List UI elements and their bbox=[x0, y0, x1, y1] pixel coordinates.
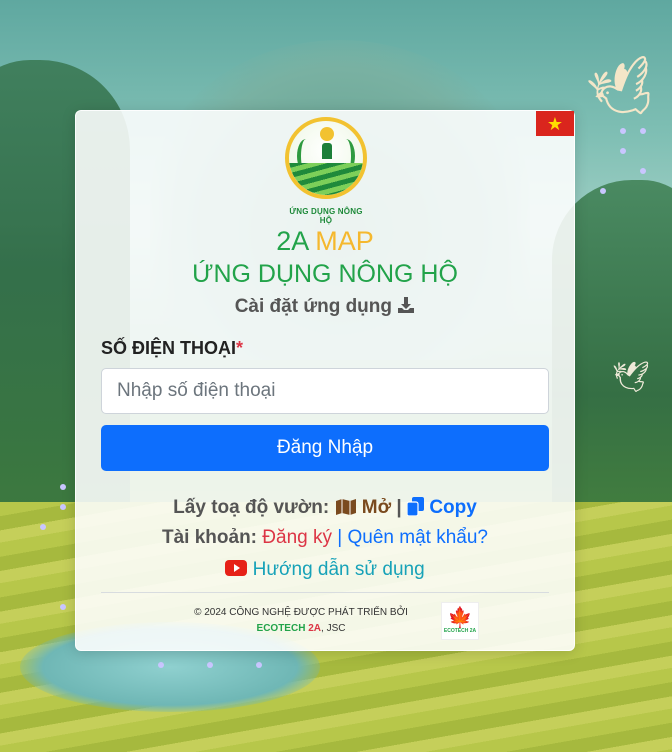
separator: | bbox=[337, 527, 343, 548]
decor-dot bbox=[256, 662, 262, 668]
decor-dot bbox=[40, 524, 46, 530]
company-eco: ECOTECH bbox=[256, 623, 306, 634]
phone-label: SỐ ĐIỆN THOẠI* bbox=[101, 338, 243, 359]
copy-coords-link[interactable]: Copy bbox=[407, 497, 477, 518]
phone-input[interactable] bbox=[101, 368, 549, 414]
register-link[interactable]: Đăng ký bbox=[262, 527, 332, 548]
vietnam-flag-icon[interactable]: ★ bbox=[536, 111, 574, 136]
decor-dot bbox=[600, 188, 606, 194]
app-title-part2: MAP bbox=[315, 226, 374, 256]
user-guide-link[interactable]: Hướng dẫn sử dụng bbox=[76, 557, 574, 583]
crane-icon: 🕊 bbox=[611, 361, 650, 394]
decor-dot bbox=[60, 484, 66, 490]
app-subtitle: ỨNG DỤNG NÔNG HỘ bbox=[192, 260, 458, 288]
logo-caption: ỨNG DỤNG NÔNG HỘ bbox=[289, 207, 363, 225]
company-name: ECOTECH 2A, JSC bbox=[166, 621, 436, 637]
decor-dot bbox=[158, 662, 164, 668]
youtube-icon bbox=[225, 560, 248, 576]
copy-label: Copy bbox=[429, 497, 477, 518]
decor-dot bbox=[640, 168, 646, 174]
logo-emblem bbox=[285, 117, 367, 199]
sun-icon bbox=[320, 127, 334, 141]
install-label: Cài đặt ứng dụng bbox=[234, 296, 393, 317]
copy-icon bbox=[407, 497, 425, 516]
login-card: ★ ỨNG DỤNG NÔNG HỘ 2A MAP ỨNG DỤNG NÔNG … bbox=[75, 110, 575, 651]
footer-text: © 2024 CÔNG NGHỆ ĐƯỢC PHÁT TRIỂN BỞI ECO… bbox=[166, 605, 436, 637]
field-rows-icon bbox=[289, 163, 363, 195]
phone-label-text: SỐ ĐIỆN THOẠI bbox=[101, 338, 237, 358]
footer-divider bbox=[101, 592, 549, 593]
separator: | bbox=[396, 497, 402, 518]
user-guide-label: Hướng dẫn sử dụng bbox=[252, 559, 425, 580]
app-title-part1: 2A bbox=[276, 226, 308, 256]
required-mark: * bbox=[236, 338, 244, 358]
account-label: Tài khoản: bbox=[162, 527, 258, 548]
crane-icon: 🕊 bbox=[582, 52, 667, 131]
download-icon bbox=[398, 297, 415, 313]
forgot-password-link[interactable]: Quên mật khẩu? bbox=[348, 527, 488, 548]
farmer-icon bbox=[322, 143, 332, 159]
decor-dot bbox=[60, 604, 66, 610]
coords-label: Lấy toạ độ vườn: bbox=[173, 497, 330, 518]
ecotech-logo-text: ECOTECH 2A bbox=[443, 628, 477, 634]
map-icon bbox=[335, 499, 356, 515]
decor-dot bbox=[60, 504, 66, 510]
decor-dot bbox=[620, 148, 626, 154]
account-row: Tài khoản: Đăng ký | Quên mật khẩu? bbox=[76, 525, 574, 551]
app-logo: ỨNG DỤNG NÔNG HỘ bbox=[283, 117, 369, 225]
login-button[interactable]: Đăng Nhập bbox=[101, 425, 549, 471]
open-map-link[interactable]: Mở bbox=[335, 497, 397, 518]
decor-dot bbox=[640, 128, 646, 134]
copyright-line: © 2024 CÔNG NGHỆ ĐƯỢC PHÁT TRIỂN BỞI bbox=[194, 607, 408, 618]
maple-leaf-icon: 🍁 bbox=[447, 607, 473, 629]
decor-dot bbox=[620, 128, 626, 134]
company-suffix: , JSC bbox=[321, 623, 346, 634]
coords-row: Lấy toạ độ vườn: Mở | Copy bbox=[76, 495, 574, 521]
app-title: 2A MAP bbox=[76, 225, 574, 257]
decor-dot bbox=[207, 662, 213, 668]
company-2a: 2A bbox=[308, 623, 322, 634]
open-map-label: Mở bbox=[361, 497, 392, 518]
install-app-link[interactable]: Cài đặt ứng dụng bbox=[76, 295, 574, 319]
ecotech-logo: 🍁 ECOTECH 2A bbox=[441, 602, 479, 640]
